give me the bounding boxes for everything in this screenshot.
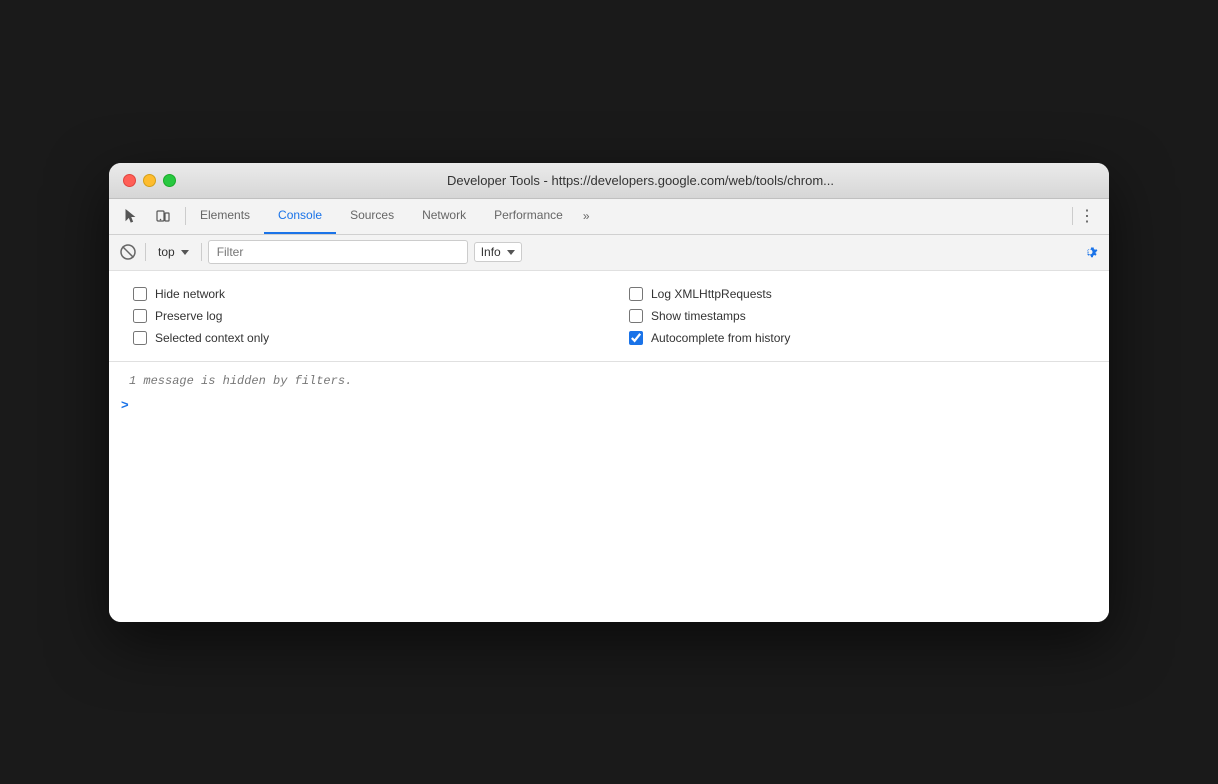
tabs-menu: ⋮ [1072, 202, 1101, 230]
console-prompt-row: > [109, 392, 1109, 418]
maximize-button[interactable] [163, 174, 176, 187]
tabs-list: Elements Console Sources Network Perform… [186, 199, 1072, 234]
devtools-window: Developer Tools - https://developers.goo… [109, 163, 1109, 622]
tab-elements[interactable]: Elements [186, 199, 264, 234]
context-dropdown-arrow [181, 250, 189, 255]
settings-icon[interactable] [1079, 241, 1101, 263]
title-bar: Developer Tools - https://developers.goo… [109, 163, 1109, 199]
checkbox-row-hide-network: Hide network [133, 283, 589, 305]
more-tabs-button[interactable]: » [577, 199, 596, 234]
console-input[interactable] [133, 396, 1097, 414]
level-label: Info [481, 245, 501, 259]
checkbox-row-autocomplete: Autocomplete from history [629, 327, 1085, 349]
level-dropdown-arrow [507, 250, 515, 255]
checkbox-row-show-timestamps: Show timestamps [629, 305, 1085, 327]
console-settings-panel: Hide network Preserve log Selected conte… [109, 271, 1109, 362]
context-label: top [158, 245, 175, 259]
traffic-lights [123, 174, 176, 187]
checkbox-row-selected-context: Selected context only [133, 327, 589, 349]
toolbar-icons [117, 202, 177, 230]
tab-console[interactable]: Console [264, 199, 336, 234]
console-toolbar: top Info [109, 235, 1109, 271]
log-xhr-label[interactable]: Log XMLHttpRequests [651, 287, 772, 301]
settings-left-column: Hide network Preserve log Selected conte… [133, 283, 589, 349]
autocomplete-checkbox[interactable] [629, 331, 643, 345]
context-selector[interactable]: top [152, 243, 195, 261]
selected-context-label[interactable]: Selected context only [155, 331, 269, 345]
checkbox-row-preserve-log: Preserve log [133, 305, 589, 327]
selected-context-checkbox[interactable] [133, 331, 147, 345]
settings-grid: Hide network Preserve log Selected conte… [133, 283, 1085, 349]
level-selector[interactable]: Info [474, 242, 522, 262]
window-title: Developer Tools - https://developers.goo… [186, 173, 1095, 188]
minimize-button[interactable] [143, 174, 156, 187]
device-toolbar-button[interactable] [149, 202, 177, 230]
tabs-bar: Elements Console Sources Network Perform… [109, 199, 1109, 235]
autocomplete-label[interactable]: Autocomplete from history [651, 331, 790, 345]
hidden-messages-notice: 1 message is hidden by filters. [109, 370, 1109, 392]
inspect-element-button[interactable] [117, 202, 145, 230]
tab-network[interactable]: Network [408, 199, 480, 234]
show-timestamps-label[interactable]: Show timestamps [651, 309, 746, 323]
checkbox-row-log-xhr: Log XMLHttpRequests [629, 283, 1085, 305]
toolbar-divider-2 [201, 243, 202, 261]
filter-input[interactable] [208, 240, 468, 264]
tab-sources[interactable]: Sources [336, 199, 408, 234]
close-button[interactable] [123, 174, 136, 187]
console-prompt-chevron: > [121, 397, 129, 412]
clear-console-button[interactable] [117, 241, 139, 263]
show-timestamps-checkbox[interactable] [629, 309, 643, 323]
hide-network-label[interactable]: Hide network [155, 287, 225, 301]
preserve-log-label[interactable]: Preserve log [155, 309, 222, 323]
hide-network-checkbox[interactable] [133, 287, 147, 301]
tab-performance[interactable]: Performance [480, 199, 577, 234]
preserve-log-checkbox[interactable] [133, 309, 147, 323]
log-xhr-checkbox[interactable] [629, 287, 643, 301]
devtools-menu-button[interactable]: ⋮ [1073, 202, 1101, 230]
settings-right-column: Log XMLHttpRequests Show timestamps Auto… [629, 283, 1085, 349]
console-content: 1 message is hidden by filters. > [109, 362, 1109, 622]
toolbar-divider-1 [145, 243, 146, 261]
